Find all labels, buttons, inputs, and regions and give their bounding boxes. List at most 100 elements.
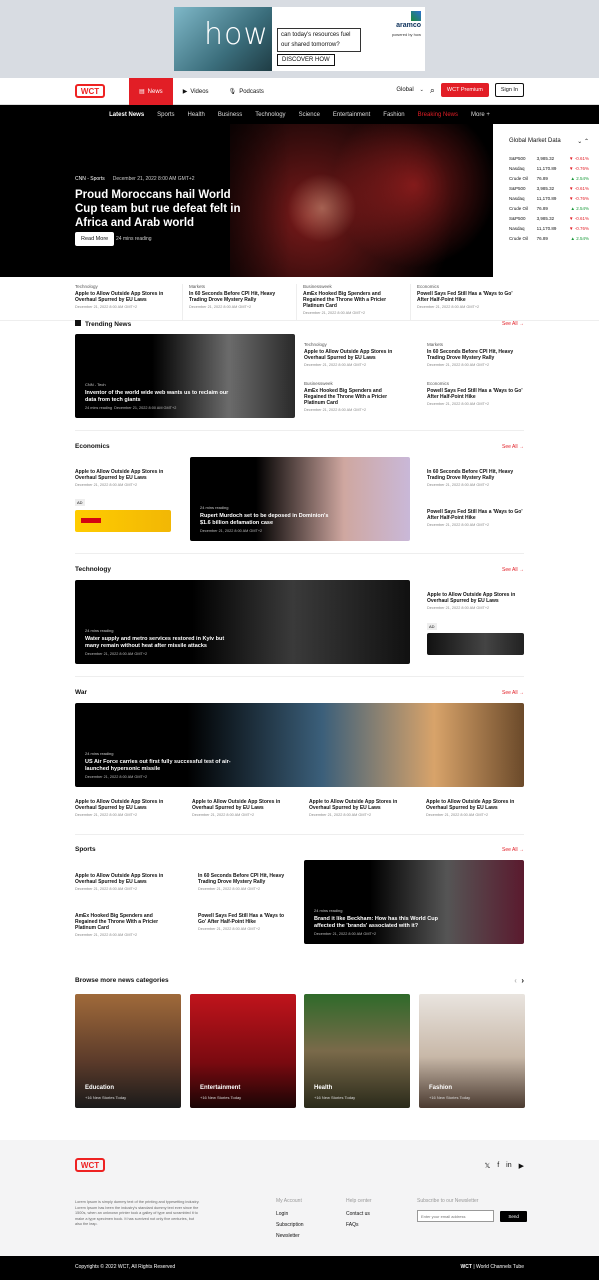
cat-fashion[interactable]: Fashion xyxy=(383,112,404,118)
economics-right-item[interactable]: In 60 Seconds Before CPI Hit, Heavy Trad… xyxy=(427,469,524,487)
item-date: December 21, 2022 8:00 AM GMT+2 xyxy=(75,887,138,891)
market-row[interactable]: S&P500 3,985.32 ▼ -0.61% xyxy=(509,153,589,163)
card-mins: 24 mins reading xyxy=(85,751,114,756)
cat-business[interactable]: Business xyxy=(218,112,242,118)
facebook-icon[interactable]: f xyxy=(497,1162,499,1170)
tab-news[interactable]: ▤ News xyxy=(129,78,173,105)
see-all-link[interactable]: See All → xyxy=(502,444,524,450)
strip-item[interactable]: Technology Apple to Allow Outside App Sto… xyxy=(75,284,183,320)
trending-item[interactable]: Businessweek AmEx Hooked Big Spenders and… xyxy=(304,381,401,412)
linkedin-icon[interactable]: in xyxy=(506,1162,511,1170)
category-tile-fashion[interactable]: Fashion +16 New Stories Today xyxy=(419,994,525,1108)
footer-link-faqs[interactable]: FAQs xyxy=(346,1222,372,1228)
category-tile-education[interactable]: Education +16 New Stories Today xyxy=(75,994,181,1108)
sports-main-card[interactable]: 24 mins reading Brand it like Beckham: H… xyxy=(304,860,524,944)
chevron-right-icon[interactable]: › xyxy=(521,976,524,985)
see-all-link[interactable]: See All → xyxy=(502,321,524,327)
item-title: Apple to Allow Outside App Stores in Ove… xyxy=(309,799,398,811)
market-row[interactable]: Crude Oil 76.89 ▲ 2.54% xyxy=(509,203,589,213)
hero-title[interactable]: Proud Moroccans hail World Cup team but … xyxy=(75,188,245,230)
item-title: In 60 Seconds Before CPI Hit, Heavy Trad… xyxy=(427,469,514,481)
tab-videos[interactable]: ▶ Videos xyxy=(173,78,219,105)
ad-cta-button[interactable]: DISCOVER HOW xyxy=(277,54,335,66)
technology-ad-banner[interactable] xyxy=(427,633,524,655)
footer-link-newsletter[interactable]: Newsletter xyxy=(276,1233,304,1239)
trending-item[interactable]: Technology Apple to Allow Outside App Sto… xyxy=(304,342,401,367)
footer-link-contact[interactable]: Contact us xyxy=(346,1211,372,1217)
market-row[interactable]: Nasdaq 11,170.89 ▼ -0.76% xyxy=(509,163,589,173)
strip-item[interactable]: Economics Powell Says Fed Still Has a 'Wa… xyxy=(411,284,524,320)
search-icon[interactable]: ⌕ xyxy=(430,85,435,96)
cat-breaking-news[interactable]: Breaking News xyxy=(418,112,458,118)
site-logo[interactable]: WCT xyxy=(75,84,105,98)
economics-right-item[interactable]: Powell Says Fed Still Has a 'Ways to Go'… xyxy=(427,509,524,527)
region-select[interactable]: Global xyxy=(396,87,413,93)
war-item[interactable]: Apple to Allow Outside App Stores in Ove… xyxy=(192,799,292,817)
youtube-icon[interactable]: ▶ xyxy=(519,1162,524,1170)
category-tile-health[interactable]: Health +16 New Stories Today xyxy=(304,994,410,1108)
technology-right-item[interactable]: Apple to Allow Outside App Stores in Ove… xyxy=(427,592,524,610)
arrow-up-icon: ▲ xyxy=(570,205,575,211)
sports-item[interactable]: Powell Says Fed Still Has a 'Ways to Go'… xyxy=(198,913,293,931)
newsletter-email-input[interactable] xyxy=(417,1210,494,1222)
tab-label: Podcasts xyxy=(239,88,264,95)
cat-entertainment[interactable]: Entertainment xyxy=(333,112,370,118)
sports-item[interactable]: AmEx Hooked Big Spenders and Regained th… xyxy=(75,913,170,937)
technology-header: Technology See All → xyxy=(75,566,524,573)
see-all-link[interactable]: See All → xyxy=(502,567,524,573)
tab-podcasts[interactable]: 🎙 Podcasts xyxy=(219,78,274,105)
cat-more[interactable]: More + xyxy=(471,112,490,118)
category-tile-entertainment[interactable]: Entertainment +16 New Stories Today xyxy=(190,994,296,1108)
strip-item[interactable]: Markets In 60 Seconds Before CPI Hit, Hea… xyxy=(183,284,297,320)
see-all-link[interactable]: See All → xyxy=(502,847,524,853)
mic-icon: 🎙 xyxy=(228,89,237,95)
economics-ad-banner[interactable] xyxy=(75,510,171,532)
hero-date: December 21, 2022 xyxy=(112,176,157,182)
item-date: December 21, 2022 8:00 AM GMT+2 xyxy=(303,311,366,315)
footer-logo[interactable]: WCT xyxy=(75,1158,105,1172)
footer-link-subscription[interactable]: Subscription xyxy=(276,1222,304,1228)
war-item[interactable]: Apple to Allow Outside App Stores in Ove… xyxy=(426,799,526,817)
market-change: ▼ -0.61% xyxy=(564,156,589,161)
item-title: Powell Says Fed Still Has a 'Ways to Go'… xyxy=(427,509,523,521)
carousel-arrows[interactable]: ‹ › xyxy=(514,976,524,985)
cat-science[interactable]: Science xyxy=(299,112,320,118)
premium-button[interactable]: WCT Premium xyxy=(440,83,489,97)
economics-left-item[interactable]: Apple to Allow Outside App Stores in Ove… xyxy=(75,469,180,487)
market-arrows[interactable]: ⌄ ⌃ xyxy=(577,138,589,145)
market-row[interactable]: Crude Oil 76.89 ▲ 2.54% xyxy=(509,233,589,243)
send-button[interactable]: Send xyxy=(500,1210,527,1222)
war-item[interactable]: Apple to Allow Outside App Stores in Ove… xyxy=(75,799,175,817)
cat-sports[interactable]: Sports xyxy=(157,112,174,118)
war-main-card[interactable]: 24 mins reading US Air Force carries out… xyxy=(75,703,524,787)
card-date: December 21, 2022 8:00 AM GMT+2 xyxy=(114,406,177,410)
ad-banner[interactable]: how can today's resources fuel our share… xyxy=(174,7,425,71)
market-row[interactable]: Nasdaq 11,170.89 ▼ -0.76% xyxy=(509,223,589,233)
divider xyxy=(75,553,524,554)
strip-item[interactable]: Businessweek AmEx Hooked Big Spenders and… xyxy=(297,284,411,320)
cat-health[interactable]: Health xyxy=(188,112,205,118)
economics-main-card[interactable]: 24 mins reading Rupert Murdoch set to be… xyxy=(190,457,410,541)
sports-item[interactable]: Apple to Allow Outside App Stores in Ove… xyxy=(75,873,170,891)
twitter-icon[interactable]: 𝕏 xyxy=(485,1162,491,1170)
sports-item[interactable]: In 60 Seconds Before CPI Hit, Heavy Trad… xyxy=(198,873,293,891)
market-row[interactable]: S&P500 3,985.32 ▼ -0.61% xyxy=(509,213,589,223)
market-row[interactable]: Nasdaq 11,170.89 ▼ -0.76% xyxy=(509,193,589,203)
footer-link-login[interactable]: Login xyxy=(276,1211,304,1217)
war-item[interactable]: Apple to Allow Outside App Stores in Ove… xyxy=(309,799,409,817)
item-kicker: Businessweek xyxy=(304,381,333,386)
see-all-link[interactable]: See All → xyxy=(502,690,524,696)
market-row[interactable]: Crude Oil 76.89 ▲ 2.54% xyxy=(509,173,589,183)
trending-main-card[interactable]: CNN - Tech Inventor of the world wide we… xyxy=(75,334,295,418)
read-more-button[interactable]: Read More xyxy=(75,232,115,246)
market-title: Global Market Data xyxy=(509,138,561,144)
ad-tag: AD xyxy=(427,623,437,630)
technology-main-card[interactable]: 24 mins reading Water supply and metro s… xyxy=(75,580,410,664)
cat-technology[interactable]: Technology xyxy=(255,112,285,118)
market-row[interactable]: S&P500 3,985.32 ▼ -0.61% xyxy=(509,183,589,193)
trending-item[interactable]: Markets In 60 Seconds Before CPI Hit, Hea… xyxy=(427,342,524,367)
cat-latest-news[interactable]: Latest News xyxy=(109,112,144,118)
chevron-left-icon[interactable]: ‹ xyxy=(514,976,517,985)
signin-button[interactable]: Sign In xyxy=(494,83,524,97)
trending-item[interactable]: Economics Powell Says Fed Still Has a 'Wa… xyxy=(427,381,524,406)
